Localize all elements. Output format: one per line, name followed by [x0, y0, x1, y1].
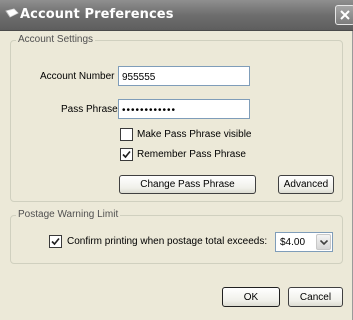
confirm-printing-checkbox[interactable]	[49, 235, 62, 248]
envelope-icon	[5, 8, 19, 18]
ok-button[interactable]: OK	[222, 287, 280, 307]
ok-label: OK	[243, 292, 259, 303]
cancel-button[interactable]: Cancel	[288, 287, 343, 307]
close-button[interactable]	[335, 5, 353, 25]
title-bar: Account Preferences	[0, 0, 353, 31]
dropdown-arrow[interactable]	[316, 234, 331, 250]
cancel-label: Cancel	[299, 292, 332, 303]
confirm-printing-label: Confirm printing when postage total exce…	[67, 236, 268, 247]
postage-limit-value: $4.00	[280, 237, 306, 248]
account-settings-legend: Account Settings	[16, 34, 96, 45]
checkmark-icon	[122, 150, 131, 159]
account-number-field[interactable]	[118, 66, 250, 86]
checkmark-icon	[51, 237, 60, 246]
pass-phrase-label: Pass Phrase	[61, 104, 118, 115]
postage-warning-legend: Postage Warning Limit	[16, 209, 121, 220]
postage-limit-dropdown[interactable]: $4.00	[275, 232, 333, 252]
make-visible-label: Make Pass Phrase visible	[137, 129, 252, 140]
window-title: Account Preferences	[20, 7, 174, 22]
chevron-down-icon	[320, 240, 328, 245]
advanced-label: Advanced	[283, 179, 329, 190]
pass-phrase-field[interactable]	[118, 99, 250, 119]
account-number-label: Account Number	[40, 71, 115, 82]
make-visible-checkbox[interactable]	[120, 128, 133, 141]
advanced-button[interactable]: Advanced	[278, 175, 334, 194]
close-icon	[340, 10, 350, 20]
change-pass-phrase-button[interactable]: Change Pass Phrase	[119, 175, 256, 194]
remember-label: Remember Pass Phrase	[137, 149, 246, 160]
account-preferences-window: Account Preferences Account Settings Acc…	[0, 0, 353, 320]
remember-checkbox[interactable]	[120, 148, 133, 161]
change-pass-phrase-label: Change Pass Phrase	[140, 179, 235, 190]
